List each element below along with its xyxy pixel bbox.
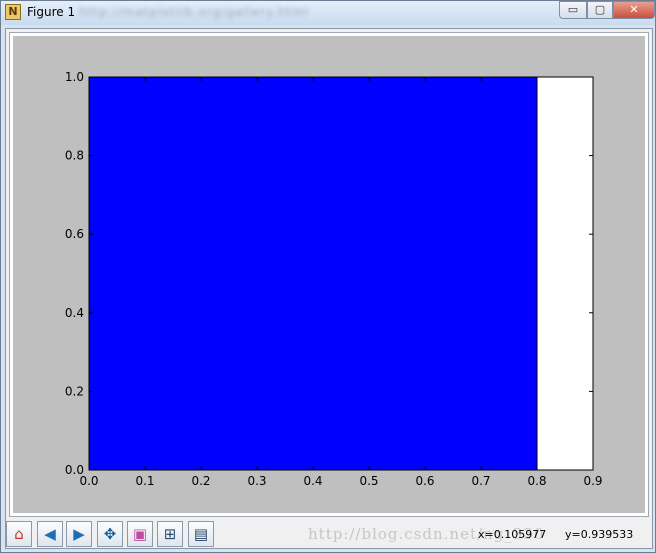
y-tick-label: 0.2 (65, 384, 84, 398)
home-button[interactable]: ⌂ (6, 521, 32, 547)
subplots-button[interactable]: ⊞ (157, 521, 183, 547)
navigation-toolbar: ⌂ ◀ ▶ ✥ ▣ ⊞ ▤ http://blog.csdn.net/ng_330 x=0.10… (6, 519, 652, 548)
subplots-icon: ⊞ (163, 525, 177, 543)
window-client-area: 0.0 0.1 0.2 0.3 0.4 0.5 0.6 0.7 0.8 0.9 0.0 0.2 0.4 0… (5, 28, 653, 549)
home-icon: ⌂ (14, 525, 24, 543)
bar-0 (88, 76, 538, 471)
back-icon: ◀ (44, 525, 56, 543)
y-tick-label: 1.0 (65, 70, 84, 84)
window-title: Figure 1 (27, 5, 76, 19)
x-tick-label: 0.5 (359, 474, 378, 488)
blurred-url-text: http://matplotlib.org/gallery.html (79, 5, 309, 19)
figure-canvas[interactable]: 0.0 0.1 0.2 0.3 0.4 0.5 0.6 0.7 0.8 0.9 0.0 0.2 0.4 0… (13, 36, 645, 513)
zoom-button[interactable]: ▣ (127, 521, 153, 547)
x-tick-label: 0.4 (303, 474, 322, 488)
x-tick-label: 0.8 (527, 474, 546, 488)
matplotlib-app-icon: N (5, 4, 21, 20)
pan-icon: ✥ (103, 525, 117, 543)
forward-icon: ▶ (73, 525, 85, 543)
x-tick-label: 0.7 (471, 474, 490, 488)
x-tick-label: 0.3 (247, 474, 266, 488)
pan-button[interactable]: ✥ (97, 521, 123, 547)
figure-canvas-frame: 0.0 0.1 0.2 0.3 0.4 0.5 0.6 0.7 0.8 0.9 0.0 0.2 0.4 0… (9, 32, 649, 517)
close-button[interactable]: ✕ (613, 1, 655, 19)
cursor-x-readout: x=0.105977 (478, 528, 547, 541)
save-icon: ▤ (193, 525, 209, 543)
x-tick-label: 0.1 (135, 474, 154, 488)
x-tick-label: 0.9 (583, 474, 602, 488)
minimize-button[interactable]: ▭ (559, 1, 587, 19)
back-button[interactable]: ◀ (37, 521, 63, 547)
y-tick-label: 0.8 (65, 149, 84, 163)
x-tick-label: 0.6 (415, 474, 434, 488)
zoom-icon: ▣ (132, 525, 148, 543)
title-bar[interactable]: N Figure 1 http://matplotlib.org/gallery… (1, 1, 655, 25)
y-tick-label: 0.6 (65, 227, 84, 241)
figure-window: N Figure 1 http://matplotlib.org/gallery… (0, 0, 656, 553)
forward-button[interactable]: ▶ (66, 521, 92, 547)
save-button[interactable]: ▤ (188, 521, 214, 547)
y-tick-label: 0.4 (65, 306, 84, 320)
x-tick-label: 0.2 (191, 474, 210, 488)
cursor-y-readout: y=0.939533 (565, 528, 634, 541)
chart-svg[interactable]: 0.0 0.1 0.2 0.3 0.4 0.5 0.6 0.7 0.8 0.90.00.20.40… (13, 36, 645, 513)
y-tick-label: 0.0 (65, 463, 84, 477)
maximize-button[interactable]: ▢ (587, 1, 613, 19)
